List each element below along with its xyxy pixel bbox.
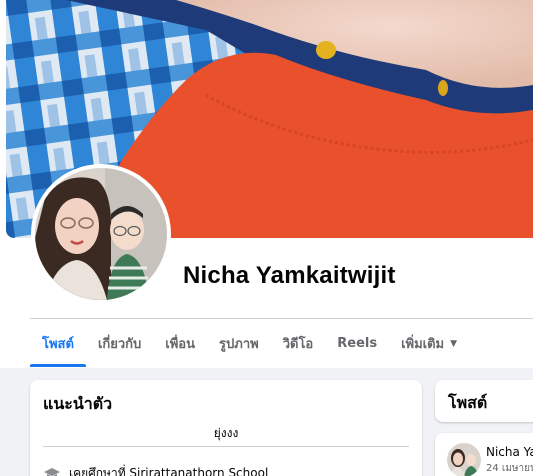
profile-name: Nicha Yamkaitwijit [183,262,396,289]
tab-label: เพื่อน [165,337,196,352]
intro-divider [43,446,409,447]
facebook-profile-page: Nicha Yamkaitwijit โพสต์ เกี่ยวกับ เพื่อ… [0,0,533,476]
tab-reels[interactable]: Reels [325,320,389,367]
intro-education-text: เคยศึกษาที่ Sirirattanathorn School [69,466,269,476]
tab-more[interactable]: เพิ่มเติม ▼ [389,320,469,367]
graduation-cap-icon [43,467,61,476]
profile-avatar[interactable] [31,164,171,304]
posts-header-card: โพสต์ [435,380,533,422]
post-timestamp[interactable]: 24 เมษายน [486,461,533,476]
tab-photos[interactable]: รูปภาพ [207,320,271,367]
header-divider [30,318,533,319]
tab-about[interactable]: เกี่ยวกับ [86,320,153,367]
profile-picture [35,168,167,300]
tab-posts[interactable]: โพสต์ [30,320,86,367]
post-author-avatar[interactable] [447,443,481,476]
posts-title: โพสต์ [448,393,488,412]
intro-education-item[interactable]: เคยศึกษาที่ Sirirattanathorn School [43,464,268,476]
caret-down-icon: ▼ [450,338,458,349]
profile-tabs: โพสต์ เกี่ยวกับ เพื่อน รูปภาพ วิดีโอ Ree… [30,320,469,367]
intro-bio: ยุ่งงง [213,426,239,440]
post-card[interactable]: Nicha Ya 24 เมษายน [435,433,533,476]
post-author-name[interactable]: Nicha Ya [486,445,533,459]
tab-label: วิดีโอ [282,337,314,352]
intro-title: แนะนำตัว [43,394,113,413]
tab-label: รูปภาพ [219,337,259,352]
tab-label: เกี่ยวกับ [97,337,142,352]
tab-label: เพิ่มเติม [401,337,445,352]
tab-label: Reels [337,336,378,351]
intro-card: แนะนำตัว ยุ่งงง เคยศึกษาที่ Sirirattanat… [30,380,422,476]
tab-friends[interactable]: เพื่อน [153,320,207,367]
tab-videos[interactable]: วิดีโอ [271,320,326,367]
tab-label: โพสต์ [42,337,74,352]
